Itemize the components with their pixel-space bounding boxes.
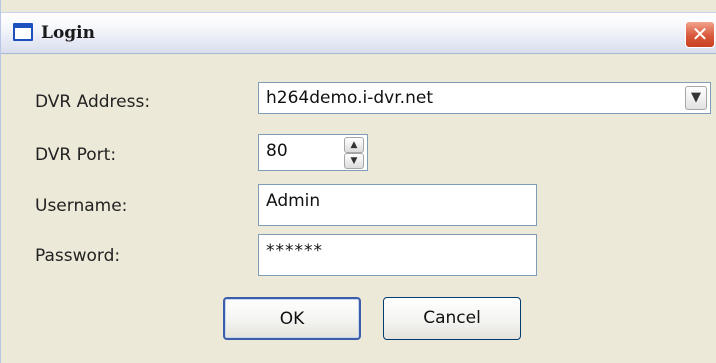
username-label: Username: xyxy=(35,196,128,216)
title-bar[interactable]: Login ✕ xyxy=(1,12,716,54)
password-label: Password: xyxy=(35,246,121,266)
arrow-up-icon[interactable]: ▲ xyxy=(344,137,364,153)
dvr-port-spinbox[interactable]: 80 ▲ ▼ xyxy=(258,134,368,171)
ok-button[interactable]: OK xyxy=(223,297,361,340)
cancel-button[interactable]: Cancel xyxy=(383,297,521,340)
arrow-down-icon[interactable]: ▼ xyxy=(344,153,364,169)
dvr-address-combobox[interactable]: h264demo.i-dvr.net ▼ xyxy=(258,82,711,114)
dvr-port-value: 80 xyxy=(266,141,288,161)
username-value: Admin xyxy=(266,191,321,211)
dvr-port-label: DVR Port: xyxy=(35,145,117,165)
username-input[interactable]: Admin xyxy=(258,184,537,226)
window-icon xyxy=(13,23,33,41)
dvr-address-value: h264demo.i-dvr.net xyxy=(266,88,433,108)
dvr-address-label: DVR Address: xyxy=(35,92,151,112)
password-value: ****** xyxy=(266,241,323,261)
close-icon[interactable]: ✕ xyxy=(685,21,715,48)
dialog-title: Login xyxy=(41,23,95,43)
chevron-down-icon[interactable]: ▼ xyxy=(685,86,707,110)
password-input[interactable]: ****** xyxy=(258,234,537,276)
login-dialog: Login ✕ DVR Address: h264demo.i-dvr.net … xyxy=(0,0,716,363)
